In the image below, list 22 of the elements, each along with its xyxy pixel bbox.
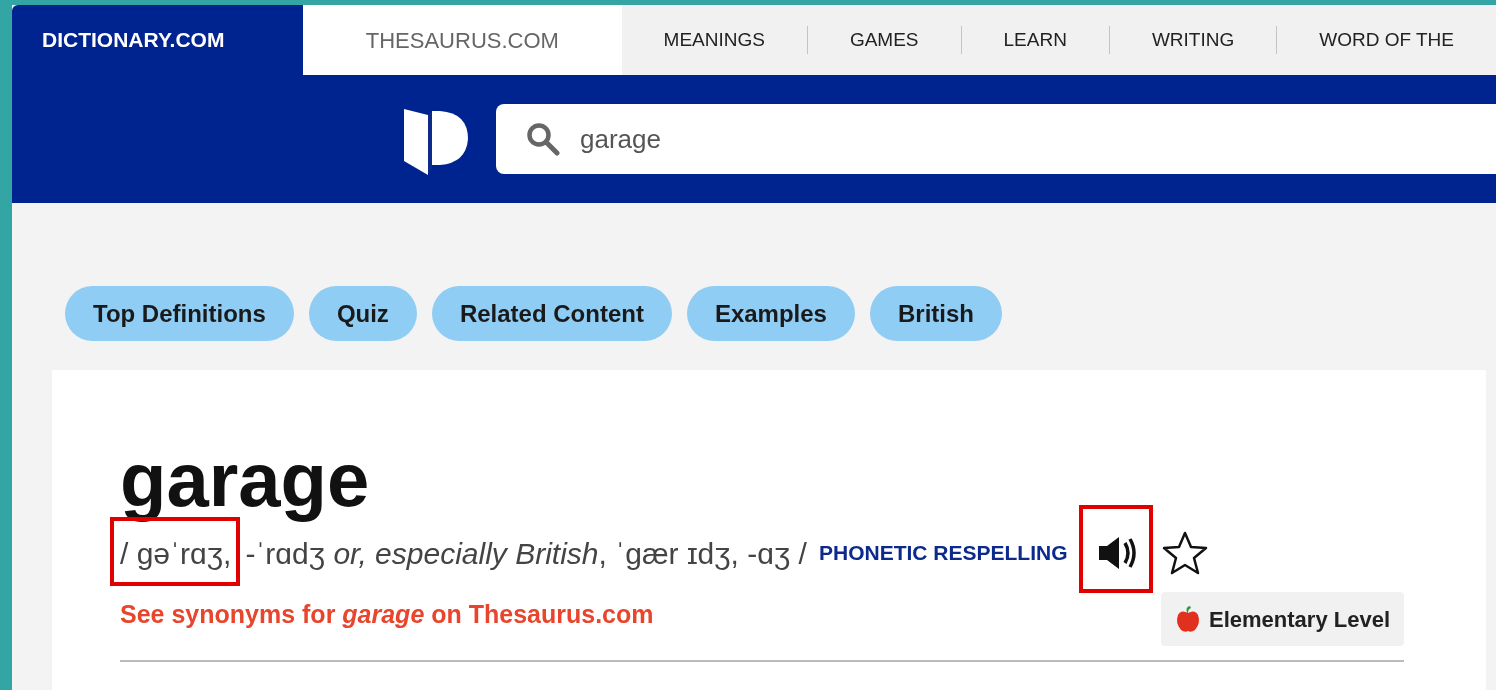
site-tab[interactable]: THESAURUS.COM <box>303 5 622 75</box>
search-field[interactable]: garage <box>496 104 1496 174</box>
site-tab[interactable]: DICTIONARY.COM <box>12 5 304 75</box>
search-icon <box>526 122 560 156</box>
pronunciation-text: -ˈrɑdʒ or, especially British, ˈgær ɪdʒ, -ɑʒ / <box>245 535 807 572</box>
nav-link[interactable]: MEANINGS <box>621 25 807 55</box>
nav-link[interactable]: GAMES <box>807 25 961 55</box>
nav-link[interactable]: WRITING <box>1109 25 1277 55</box>
section-pill[interactable]: Top Definitions <box>65 286 294 341</box>
nav-link[interactable]: WORD OF THE <box>1277 25 1496 55</box>
section-pill[interactable]: Examples <box>686 286 855 341</box>
pronunciation-text: / gəˈrɑʒ, <box>120 536 232 570</box>
section-pill[interactable]: Quiz <box>308 286 417 341</box>
apple-icon <box>1175 605 1201 633</box>
star-icon[interactable] <box>1161 530 1210 576</box>
respelling-toggle[interactable]: PHONETIC RESPELLING <box>818 537 1068 569</box>
synonyms-link[interactable]: See synonyms for garage on Thesaurus.com <box>120 596 654 634</box>
nav-link[interactable]: LEARN <box>961 25 1109 55</box>
section-pill[interactable]: Related Content <box>431 286 672 341</box>
level-text: Elementary Level <box>1209 605 1390 634</box>
section-pill[interactable]: British <box>869 286 1002 341</box>
headword: garage <box>120 440 371 520</box>
